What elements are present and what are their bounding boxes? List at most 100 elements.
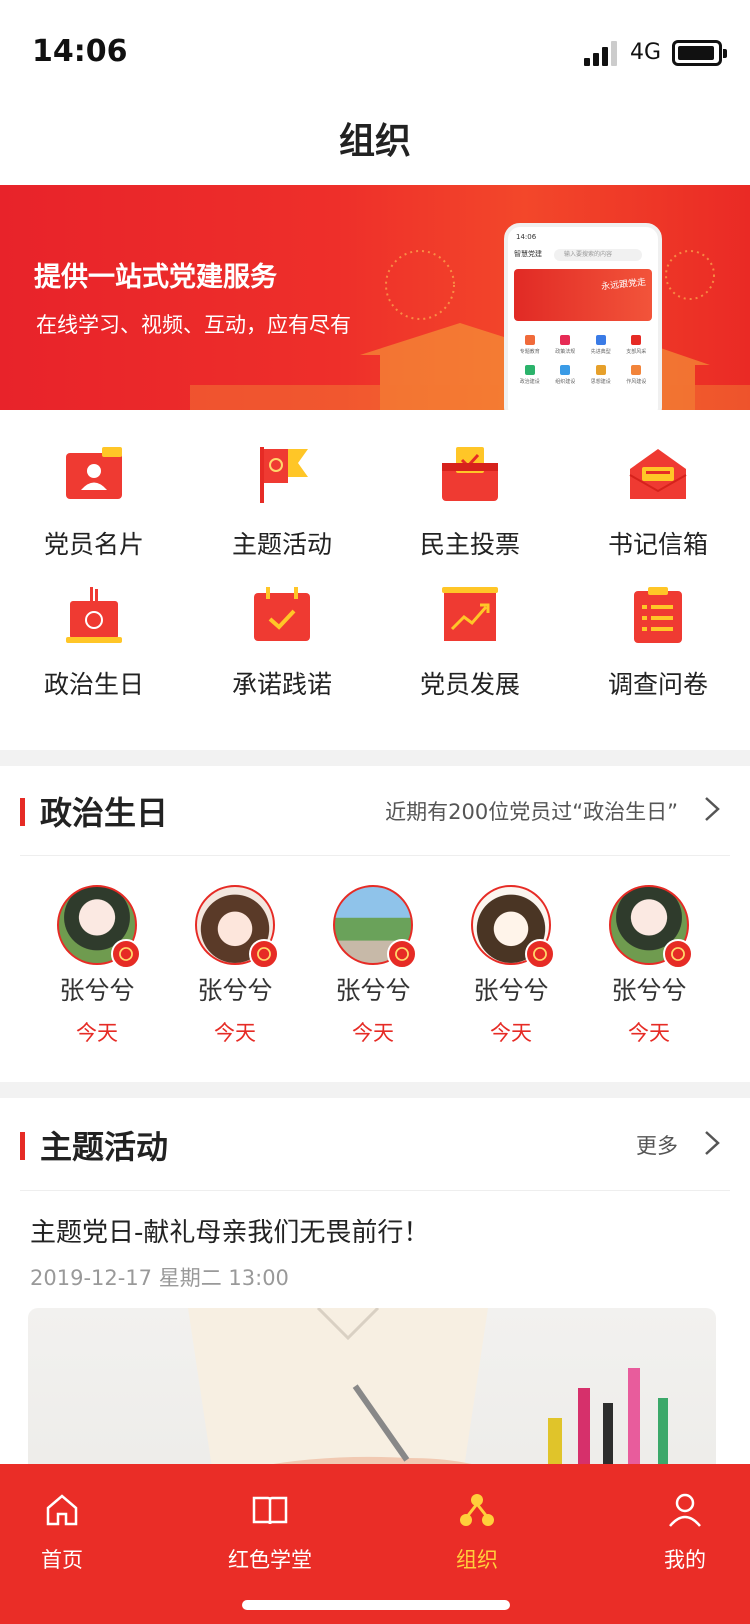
section-accent-bar bbox=[20, 1132, 25, 1160]
phone-search: 输入要搜索的内容 bbox=[554, 249, 642, 261]
party-badge-icon bbox=[111, 939, 141, 969]
phone-slogan: 永远跟党走 bbox=[600, 277, 647, 293]
feature-label: 调查问卷 bbox=[607, 670, 708, 699]
chevron-right-icon[interactable] bbox=[696, 1128, 726, 1158]
tab-label: 首页 bbox=[41, 1548, 83, 1572]
feature-theme-activity[interactable]: 主题活动 bbox=[188, 445, 376, 561]
person-day: 今天 bbox=[214, 1021, 256, 1045]
activity-section-title: 主题活动 bbox=[40, 1128, 169, 1166]
tab-label: 我的 bbox=[664, 1548, 706, 1572]
tab-organization[interactable]: 组织 bbox=[402, 1490, 552, 1574]
phone-grid-item: 专题教育 bbox=[512, 335, 548, 355]
promo-banner[interactable]: 提供一站式党建服务 在线学习、视频、互动，应有尽有 14:06 智慧党建 输入要… bbox=[0, 185, 750, 410]
section-divider bbox=[0, 1082, 750, 1098]
chevron-right-icon[interactable] bbox=[696, 794, 726, 824]
feature-member-card[interactable]: 党员名片 bbox=[0, 445, 188, 561]
birthday-section-header[interactable]: 政治生日 近期有200位党员过“政治生日” bbox=[0, 766, 750, 856]
birthday-person[interactable]: 张兮兮 今天 bbox=[580, 885, 718, 1047]
tab-profile[interactable]: 我的 bbox=[610, 1490, 750, 1574]
organization-icon bbox=[460, 1494, 494, 1526]
feature-label: 党员发展 bbox=[419, 670, 520, 699]
feature-commitment[interactable]: 承诺践诺 bbox=[188, 585, 376, 701]
person-name: 张兮兮 bbox=[611, 976, 687, 1005]
feature-vote[interactable]: 民主投票 bbox=[376, 445, 564, 561]
banner-headline: 提供一站式党建服务 bbox=[34, 262, 277, 293]
tab-red-classroom[interactable]: 红色学堂 bbox=[195, 1490, 345, 1574]
section-divider bbox=[0, 750, 750, 766]
feature-political-birthday[interactable]: 政治生日 bbox=[0, 585, 188, 701]
person-day: 今天 bbox=[76, 1021, 118, 1045]
birthday-list: 张兮兮 今天 张兮兮 今天 张兮兮 今天 张兮兮 今天 张兮兮 今天 bbox=[0, 885, 750, 1045]
banner-subline: 在线学习、视频、互动，应有尽有 bbox=[36, 313, 351, 337]
phone-grid-item: 思想建设 bbox=[583, 365, 619, 385]
tab-home[interactable]: 首页 bbox=[0, 1490, 137, 1574]
party-badge-icon bbox=[663, 939, 693, 969]
person-name: 张兮兮 bbox=[335, 976, 411, 1005]
feature-grid: 党员名片 主题活动 民主投票 书记信箱 政治生日 承诺践诺 党员发展 调查问卷 bbox=[0, 445, 750, 720]
member-card-icon bbox=[66, 447, 122, 499]
home-icon bbox=[46, 1494, 78, 1526]
feature-label: 承诺践诺 bbox=[231, 670, 332, 699]
calendar-check-icon bbox=[254, 587, 310, 641]
person-name: 张兮兮 bbox=[197, 976, 273, 1005]
feature-survey[interactable]: 调查问卷 bbox=[564, 585, 750, 701]
feature-mailbox[interactable]: 书记信箱 bbox=[564, 445, 750, 561]
mailbox-icon bbox=[629, 449, 687, 499]
phone-grid-item: 先进典型 bbox=[583, 335, 619, 355]
tab-label: 红色学堂 bbox=[228, 1548, 312, 1572]
more-link[interactable]: 更多 bbox=[636, 1130, 678, 1160]
status-time: 14:06 bbox=[32, 34, 128, 69]
feature-label: 民主投票 bbox=[419, 530, 520, 559]
user-icon bbox=[669, 1493, 701, 1527]
birthday-section-title: 政治生日 bbox=[40, 794, 169, 832]
battery-icon bbox=[672, 40, 727, 66]
phone-grid-item: 组织建设 bbox=[548, 365, 584, 385]
signal-icon bbox=[584, 41, 617, 66]
status-bar: 14:06 4G bbox=[0, 0, 750, 100]
feature-label: 政治生日 bbox=[43, 670, 144, 699]
clipboard-list-icon bbox=[634, 587, 682, 643]
ballot-box-icon bbox=[442, 447, 498, 501]
birthday-cake-icon bbox=[66, 587, 122, 643]
person-day: 今天 bbox=[352, 1021, 394, 1045]
phone-mockup: 14:06 智慧党建 输入要搜索的内容 永远跟党走 专题教育 政策法规 先进典型… bbox=[504, 223, 662, 410]
divider-line bbox=[20, 855, 730, 856]
feature-label: 党员名片 bbox=[43, 530, 144, 559]
birthday-person[interactable]: 张兮兮 今天 bbox=[166, 885, 304, 1047]
person-name: 张兮兮 bbox=[473, 976, 549, 1005]
person-day: 今天 bbox=[490, 1021, 532, 1045]
feature-label: 主题活动 bbox=[231, 530, 332, 559]
party-badge-icon bbox=[525, 939, 555, 969]
tab-label: 组织 bbox=[456, 1548, 498, 1572]
person-name: 张兮兮 bbox=[59, 976, 135, 1005]
phone-banner: 永远跟党走 bbox=[514, 269, 652, 321]
home-indicator bbox=[242, 1600, 510, 1610]
phone-grid-item: 政治建设 bbox=[512, 365, 548, 385]
party-badge-icon bbox=[249, 939, 279, 969]
divider-line bbox=[20, 1190, 730, 1191]
phone-app-name: 智慧党建 bbox=[514, 250, 542, 258]
person-day: 今天 bbox=[628, 1021, 670, 1045]
organization-page: 14:06 4G 组织 提供一站式党建服务 在线学习、视频、互动，应有尽有 14… bbox=[0, 0, 750, 1624]
feature-member-development[interactable]: 党员发展 bbox=[376, 585, 564, 701]
section-accent-bar bbox=[20, 798, 25, 826]
phone-grid: 专题教育 政策法规 先进典型 支部风采 政治建设 组织建设 思想建设 作风建设 bbox=[512, 335, 654, 385]
phone-time: 14:06 bbox=[516, 233, 537, 241]
growth-chart-icon bbox=[442, 587, 498, 641]
birthday-person[interactable]: 张兮兮 今天 bbox=[442, 885, 580, 1047]
network-label: 4G bbox=[630, 40, 662, 65]
activity-section-header[interactable]: 主题活动 更多 bbox=[0, 1100, 750, 1190]
party-flag-icon bbox=[260, 447, 308, 503]
phone-grid-item: 支部风采 bbox=[619, 335, 655, 355]
phone-grid-item: 政策法规 bbox=[548, 335, 584, 355]
birthday-person[interactable]: 张兮兮 今天 bbox=[304, 885, 442, 1047]
birthday-summary: 近期有200位党员过“政治生日” bbox=[385, 800, 678, 824]
birthday-person[interactable]: 张兮兮 今天 bbox=[28, 885, 166, 1047]
activity-item-title[interactable]: 主题党日-献礼母亲我们无畏前行！ bbox=[30, 1212, 429, 1249]
phone-grid-item: 作风建设 bbox=[619, 365, 655, 385]
book-icon bbox=[252, 1496, 288, 1525]
page-title: 组织 bbox=[338, 121, 411, 162]
activity-item-date: 2019-12-17 星期二 13:00 bbox=[30, 1266, 289, 1290]
feature-label: 书记信箱 bbox=[607, 530, 708, 559]
party-badge-icon bbox=[387, 939, 417, 969]
